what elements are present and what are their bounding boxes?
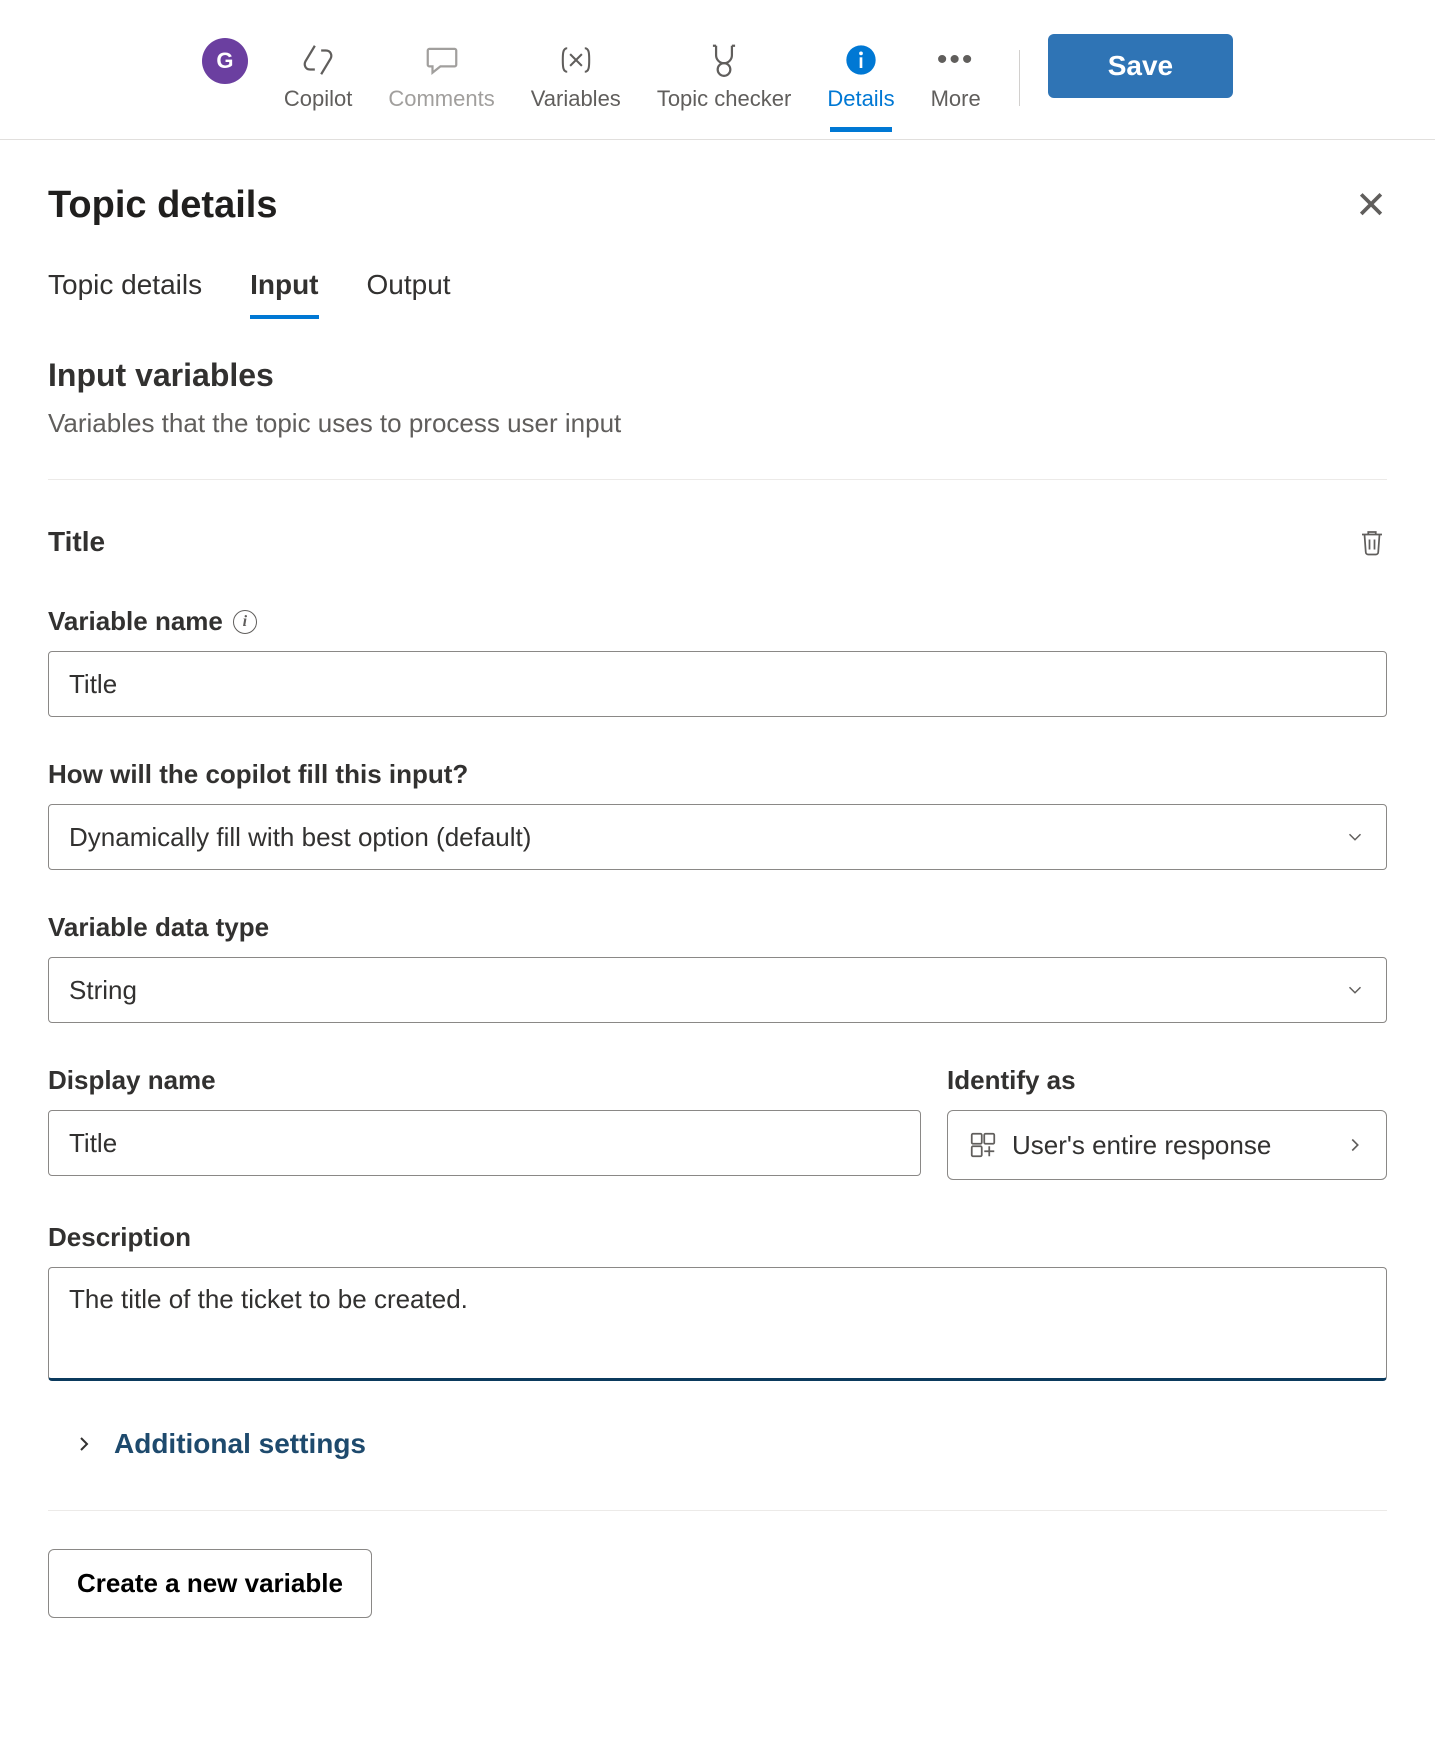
toolbar: G Copilot Comments [0,0,1435,140]
panel-header: Topic details ✕ [48,184,1387,227]
entity-icon [968,1130,998,1160]
label-fill-mode: How will the copilot fill this input? [48,759,1387,790]
row-display-identify: Display name Identify as User's entire r… [48,1065,1387,1180]
topic-checker-icon [705,38,743,82]
chevron-down-icon [1344,826,1366,848]
divider [48,479,1387,480]
toolbar-comments-label: Comments [388,86,494,112]
variable-name-input[interactable] [48,651,1387,717]
tab-topic-details[interactable]: Topic details [48,259,202,317]
more-icon: ••• [937,38,975,82]
panel: Topic details ✕ Topic details Input Outp… [0,140,1435,1648]
toolbar-variables[interactable]: Variables [513,30,639,130]
avatar: G [202,38,248,84]
identify-as-value: User's entire response [1012,1130,1271,1161]
label-data-type: Variable data type [48,912,1387,943]
toolbar-more[interactable]: ••• More [913,30,999,130]
field-variable-name: Variable name i [48,606,1387,717]
label-identify-as: Identify as [947,1065,1387,1096]
display-name-input[interactable] [48,1110,921,1176]
field-fill-mode: How will the copilot fill this input? Dy… [48,759,1387,870]
tab-output[interactable]: Output [367,259,451,317]
toolbar-copilot-label: Copilot [284,86,352,112]
info-icon[interactable]: i [233,610,257,634]
copilot-icon [299,38,337,82]
details-icon [845,38,877,82]
chevron-right-icon [72,1432,96,1456]
data-type-value: String [69,975,137,1006]
toolbar-topic-checker-label: Topic checker [657,86,792,112]
page-title: Topic details [48,184,277,227]
toolbar-comments[interactable]: Comments [370,30,512,130]
variables-icon [554,38,598,82]
tab-input[interactable]: Input [250,259,318,317]
save-button[interactable]: Save [1048,34,1233,98]
label-variable-name: Variable name i [48,606,1387,637]
fill-mode-value: Dynamically fill with best option (defau… [69,822,531,853]
close-icon[interactable]: ✕ [1355,187,1387,225]
data-type-select[interactable]: String [48,957,1387,1023]
toolbar-separator [1019,50,1020,106]
toolbar-details[interactable]: Details [809,30,912,130]
field-display-name: Display name [48,1065,921,1180]
toolbar-details-label: Details [827,86,894,112]
field-description: Description [48,1222,1387,1386]
fill-mode-select[interactable]: Dynamically fill with best option (defau… [48,804,1387,870]
label-description: Description [48,1222,1387,1253]
additional-settings-label: Additional settings [114,1428,366,1460]
toolbar-inner: G Copilot Comments [202,30,1233,130]
toolbar-copilot[interactable]: Copilot [266,30,370,130]
chevron-right-icon [1344,1134,1366,1156]
create-variable-button[interactable]: Create a new variable [48,1549,372,1618]
chevron-down-icon [1344,979,1366,1001]
description-input[interactable] [48,1267,1387,1381]
additional-settings-toggle[interactable]: Additional settings [72,1428,1387,1460]
field-identify-as: Identify as User's entire response [947,1065,1387,1180]
section-subheading: Variables that the topic uses to process… [48,408,1387,439]
tabs: Topic details Input Output [48,259,1387,317]
field-data-type: Variable data type String [48,912,1387,1023]
toolbar-topic-checker[interactable]: Topic checker [639,30,810,130]
divider [48,1510,1387,1511]
variable-title: Title [48,526,105,558]
label-display-name: Display name [48,1065,921,1096]
variable-header: Title [48,526,1387,558]
identify-as-button[interactable]: User's entire response [947,1110,1387,1180]
delete-icon[interactable] [1357,527,1387,557]
section-heading: Input variables [48,357,1387,394]
toolbar-variables-label: Variables [531,86,621,112]
toolbar-more-label: More [931,86,981,112]
comments-icon [423,38,461,82]
